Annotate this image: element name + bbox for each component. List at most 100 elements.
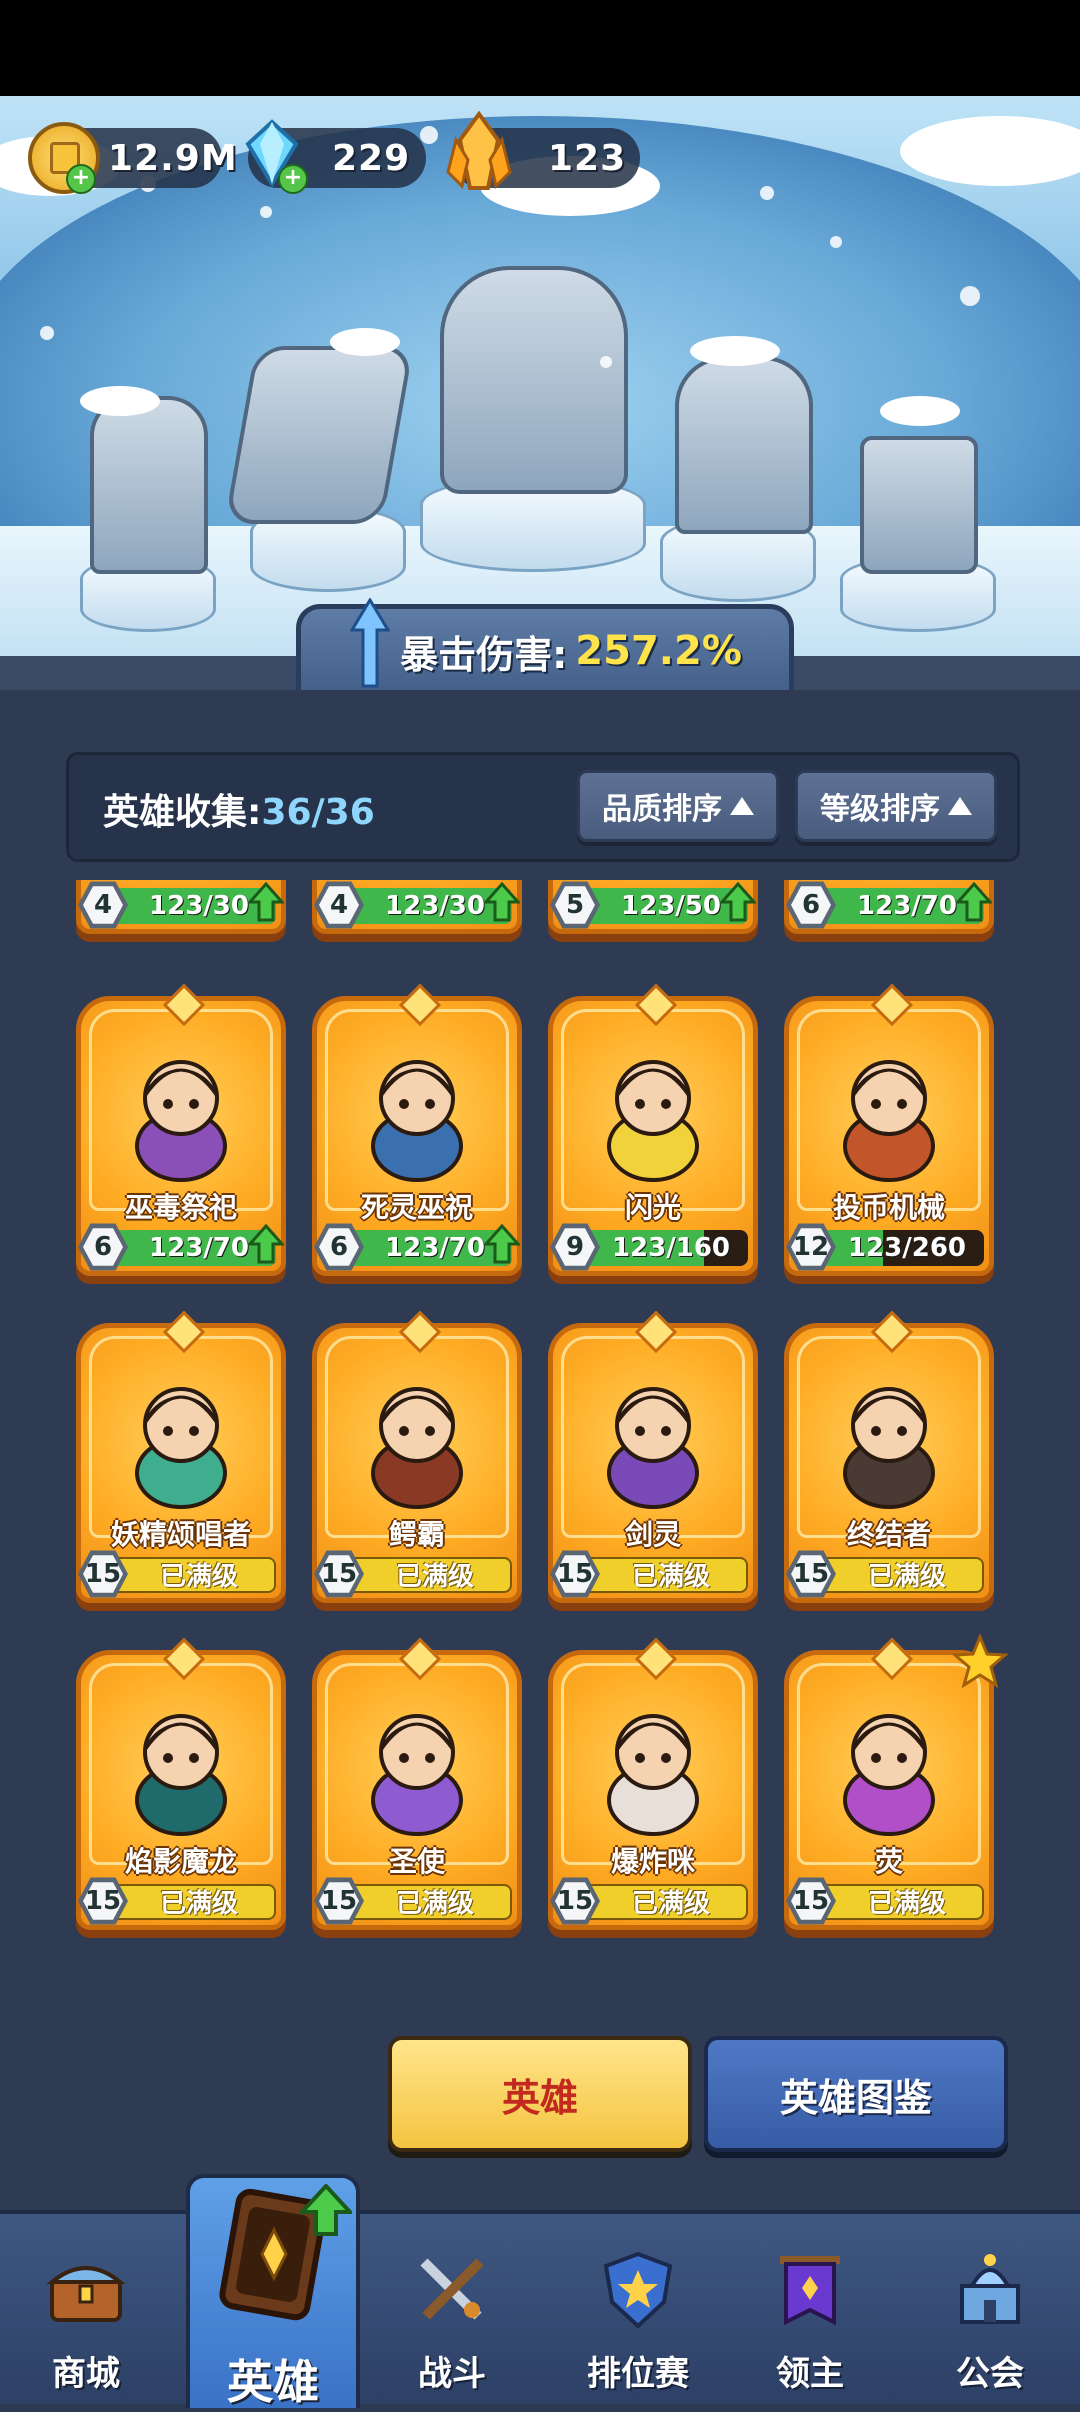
hero-level-badge: 15 bbox=[78, 1876, 128, 1926]
upgrade-arrow-icon bbox=[956, 882, 992, 922]
sort-level-label: 等级排序 bbox=[820, 792, 940, 827]
hero-name: 荧 bbox=[874, 1845, 903, 1878]
hero-codex-button[interactable]: 英雄图鉴 bbox=[704, 2036, 1008, 2152]
hero-card[interactable]: 剑灵已满级 15 bbox=[548, 1310, 758, 1625]
hero-level: 5 bbox=[565, 890, 585, 920]
statue-cloaked bbox=[675, 356, 813, 534]
hero-codex-label: 英雄图鉴 bbox=[779, 2075, 932, 2120]
collection-header: 英雄收集:36/36 品质排序 等级排序 bbox=[66, 752, 1020, 862]
favorite-star-icon bbox=[952, 1634, 1008, 1689]
hero-progress-text: 已满级 bbox=[631, 1889, 710, 1919]
hero-card[interactable]: 投币机械 123/260 12 bbox=[784, 983, 994, 1298]
nav-battle-label: 战斗 bbox=[418, 2354, 486, 2394]
status-bar bbox=[0, 0, 1080, 96]
hero-progress-text: 已满级 bbox=[631, 1562, 710, 1592]
hero-portrait bbox=[843, 1387, 935, 1509]
hero-card[interactable]: 123/30 4 bbox=[76, 880, 286, 956]
hero-level: 9 bbox=[565, 1232, 585, 1262]
hero-card[interactable]: 死灵巫祝 123/70 6 bbox=[312, 983, 522, 1298]
hero-level-badge: 15 bbox=[786, 1876, 836, 1926]
statue-left bbox=[90, 396, 208, 574]
nav-battle[interactable]: 战斗 bbox=[366, 2214, 538, 2404]
add-gold-icon[interactable]: + bbox=[66, 164, 96, 194]
chest-icon bbox=[46, 2266, 126, 2322]
nav-ranked-label: 排位赛 bbox=[587, 2354, 689, 2394]
hero-card[interactable]: 终结者 已满级 15 bbox=[784, 1310, 994, 1625]
hero-portrait bbox=[371, 1714, 463, 1836]
hero-name: 爆炸咪 bbox=[610, 1845, 695, 1878]
hero-card[interactable]: 巫毒祭祀 123/70 6 bbox=[76, 983, 286, 1298]
hero-level-badge: 15 bbox=[550, 1549, 600, 1599]
hero-progress-text: 已满级 bbox=[867, 1562, 946, 1592]
hero-level-badge: 15 bbox=[550, 1876, 600, 1926]
hero-card[interactable]: 123/30 4 bbox=[312, 880, 522, 956]
nav-lord[interactable]: 领主 bbox=[724, 2214, 896, 2404]
statue-beast bbox=[224, 346, 414, 524]
hero-card[interactable]: 圣使 已满级 15 bbox=[312, 1637, 522, 1952]
upgrade-arrow-icon bbox=[248, 1224, 284, 1264]
hero-card[interactable]: 123/70 6 bbox=[784, 880, 994, 956]
add-diamond-icon[interactable]: + bbox=[278, 164, 308, 194]
heroes-tab-label: 英雄 bbox=[501, 2075, 578, 2120]
hero-level-badge: 5 bbox=[550, 880, 600, 930]
hero-portrait bbox=[843, 1714, 935, 1836]
hero-progress-text: 123/160 bbox=[611, 1233, 731, 1263]
nav-lord-label: 领主 bbox=[776, 2354, 844, 2394]
bottom-nav: 商城 英雄 战斗 排位赛 领主 公会 bbox=[0, 2174, 1080, 2409]
hero-portrait bbox=[135, 1387, 227, 1509]
hero-card[interactable]: 荧已满级 15 bbox=[784, 1634, 1008, 1952]
hero-level: 6 bbox=[329, 1232, 349, 1262]
hero-level-badge: 15 bbox=[786, 1549, 836, 1599]
collection-count: 36/36 bbox=[261, 792, 375, 833]
gold-counter[interactable]: + 12.9M bbox=[28, 122, 237, 194]
hero-progress-text: 123/260 bbox=[847, 1233, 967, 1263]
statue-dragon bbox=[440, 266, 628, 494]
hero-level: 12 bbox=[792, 1232, 830, 1262]
sort-quality-label: 品质排序 bbox=[602, 792, 722, 827]
hero-level: 15 bbox=[792, 1559, 830, 1589]
hero-level: 4 bbox=[329, 890, 349, 920]
hero-level: 15 bbox=[84, 1886, 122, 1916]
hero-level: 6 bbox=[93, 1232, 113, 1262]
hero-card[interactable]: 123/50 5 bbox=[548, 880, 758, 956]
shield-emblem-icon bbox=[603, 2251, 673, 2329]
hero-card[interactable]: 闪光 123/160 9 bbox=[548, 983, 758, 1298]
hero-level-badge: 15 bbox=[78, 1549, 128, 1599]
hero-level-badge: 12 bbox=[786, 1222, 836, 1272]
hero-card[interactable]: 妖精颂唱者已满级 15 bbox=[76, 1310, 286, 1625]
hero-progress-text: 已满级 bbox=[159, 1562, 238, 1592]
gold-value: 12.9M bbox=[108, 137, 238, 179]
hero-level: 15 bbox=[792, 1886, 830, 1916]
sort-up-icon bbox=[948, 797, 972, 815]
hero-level-badge: 4 bbox=[78, 880, 128, 930]
diamond-value: 229 bbox=[332, 137, 411, 179]
hero-name: 妖精颂唱者 bbox=[110, 1518, 251, 1551]
nav-ranked[interactable]: 排位赛 bbox=[552, 2214, 724, 2404]
hero-name: 闪光 bbox=[624, 1191, 681, 1224]
nav-shop[interactable]: 商城 bbox=[0, 2214, 172, 2404]
hero-portrait bbox=[135, 1714, 227, 1836]
hero-portrait bbox=[607, 1387, 699, 1509]
nav-guild[interactable]: 公会 bbox=[904, 2214, 1076, 2404]
hero-level: 15 bbox=[320, 1559, 358, 1589]
hero-level-badge: 6 bbox=[314, 1222, 364, 1272]
diamond-counter[interactable]: + 229 bbox=[245, 119, 426, 194]
upgrade-arrow-icon bbox=[720, 882, 756, 922]
statue-machine bbox=[860, 436, 978, 574]
crystal-counter[interactable]: 123 bbox=[446, 110, 640, 190]
hero-grid: 123/30 4 123/30 4 123/50 5 123/70 6 巫毒祭祀 123/70 6 死… bbox=[0, 880, 1080, 1970]
hero-card[interactable]: 鳄霸 已满级 15 bbox=[312, 1310, 522, 1625]
hero-level: 6 bbox=[801, 890, 821, 920]
upgrade-arrow-icon bbox=[248, 882, 284, 922]
crit-label: 暴击伤害: bbox=[400, 632, 568, 677]
sort-level-button[interactable]: 等级排序 bbox=[795, 770, 997, 842]
sort-quality-button[interactable]: 品质排序 bbox=[577, 770, 779, 842]
hero-name: 剑灵 bbox=[624, 1518, 681, 1551]
hero-card[interactable]: 爆炸咪已满级 15 bbox=[548, 1637, 758, 1952]
hero-progress-text: 已满级 bbox=[395, 1562, 474, 1592]
hero-card[interactable]: 焰影魔龙 已满级 15 bbox=[76, 1637, 286, 1952]
heroes-tab-button[interactable]: 英雄 bbox=[388, 2036, 692, 2152]
hero-portrait bbox=[607, 1060, 699, 1182]
nav-shop-label: 商城 bbox=[52, 2354, 120, 2394]
crossed-swords-icon bbox=[420, 2258, 484, 2320]
